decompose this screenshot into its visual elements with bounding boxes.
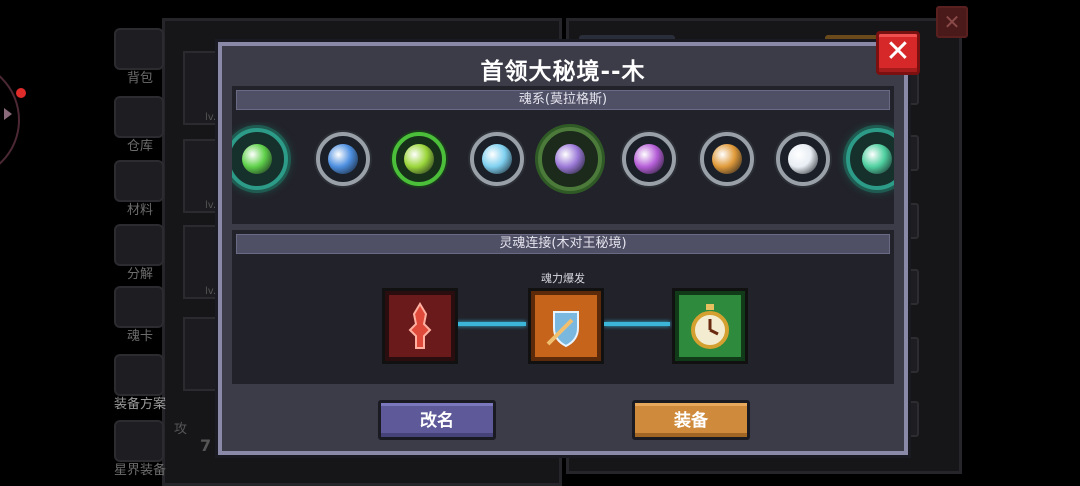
blue-swirl-icon[interactable] [316, 132, 370, 186]
backpack-icon [114, 28, 164, 70]
souls-panel: 魂系(莫拉格斯) [232, 86, 894, 224]
soul-gem [555, 144, 585, 174]
materials-icon [114, 160, 164, 202]
sidebar-item-equipment-plan[interactable]: 装备方案 [110, 352, 170, 414]
green-orb-ornate-icon[interactable] [232, 128, 288, 190]
soul-gem [328, 144, 358, 174]
sigil-wreath-icon[interactable] [538, 127, 602, 191]
notification-dot [16, 88, 26, 98]
dialog-title: 首领大秘境--木 [480, 59, 646, 85]
soul-link-panel: 灵魂连接(木对王秘境) 魂力爆发 [232, 230, 894, 384]
soul-gem [788, 144, 818, 174]
soul-gem [712, 144, 742, 174]
equipment-plan-dialog: 首领大秘境--木 ✕ 魂系(莫拉格斯) 灵魂连接(木对王秘境) 魂力爆发 改名 … [218, 31, 920, 455]
green-claw-ornate-icon[interactable] [846, 128, 894, 190]
soul-burst-label: 魂力爆发 [541, 272, 585, 285]
edge-arrow-icon[interactable] [4, 108, 12, 120]
soul-link-section-header: 灵魂连接(木对王秘境) [236, 234, 890, 254]
background-close-button[interactable]: ✕ [936, 6, 968, 38]
background-sidebar: 背包 仓库 材料 分解 魂卡 装备方案 星界装备 [110, 26, 170, 486]
green-rune-icon[interactable] [392, 132, 446, 186]
sidebar-item-backpack[interactable]: 背包 [110, 26, 170, 88]
attack-value: 7 [200, 436, 212, 455]
decompose-icon [114, 224, 164, 266]
soul-gem [242, 144, 272, 174]
link-connector [456, 322, 526, 326]
equipment-slot[interactable]: lv. [183, 51, 223, 125]
soul-card-icon [114, 286, 164, 328]
equipment-slot[interactable]: lv. [183, 139, 223, 213]
ice-arrow-icon[interactable] [470, 132, 524, 186]
astral-equipment-icon [114, 420, 164, 462]
red-totem-icon[interactable] [382, 288, 458, 364]
equip-button[interactable]: 装备 [632, 400, 750, 440]
close-button[interactable]: ✕ [876, 31, 920, 75]
sword-shield-icon[interactable] [528, 288, 604, 364]
golden-clock-glyph [691, 304, 729, 349]
sidebar-item-astral-equipment[interactable]: 星界装备 [110, 418, 170, 480]
attack-label: 攻 [174, 422, 188, 437]
equipment-plan-icon [114, 354, 164, 396]
edge-decoration [0, 60, 20, 180]
sidebar-item-warehouse[interactable]: 仓库 [110, 94, 170, 156]
sidebar-item-materials[interactable]: 材料 [110, 158, 170, 220]
soul-row [232, 122, 894, 202]
sidebar-item-soul-card[interactable]: 魂卡 [110, 284, 170, 346]
soul-gem [634, 144, 664, 174]
souls-section-header: 魂系(莫拉格斯) [236, 90, 890, 110]
link-connector [604, 322, 670, 326]
purple-flower-icon[interactable] [622, 132, 676, 186]
sword-shield-glyph [546, 311, 579, 348]
red-totem-glyph [408, 302, 432, 349]
sidebar-item-decompose[interactable]: 分解 [110, 222, 170, 284]
soul-gem [482, 144, 512, 174]
equipment-slot[interactable]: lv. [183, 225, 223, 299]
golden-clock-icon[interactable] [672, 288, 748, 364]
orange-shield-icon[interactable] [700, 132, 754, 186]
soul-gem [404, 144, 434, 174]
rename-button[interactable]: 改名 [378, 400, 496, 440]
warehouse-icon [114, 96, 164, 138]
soul-gem [862, 144, 892, 174]
equipment-slot[interactable] [183, 317, 223, 391]
white-pearl-icon[interactable] [776, 132, 830, 186]
